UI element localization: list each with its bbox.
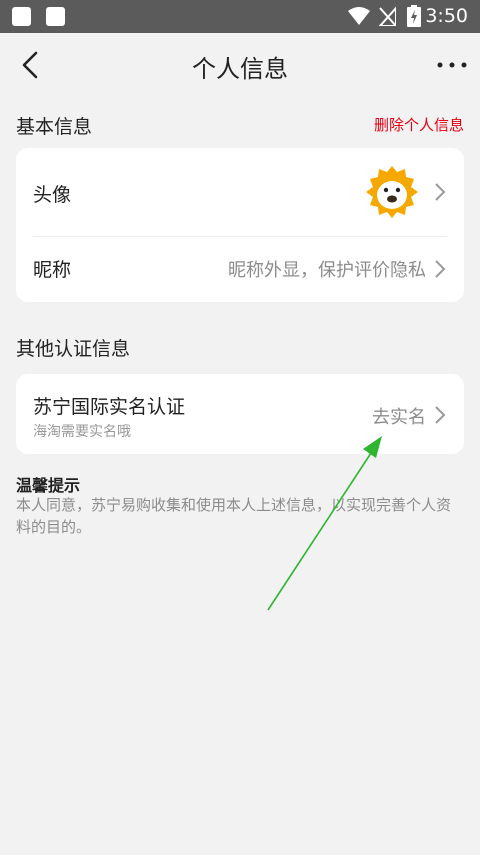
basic-info-heading: 基本信息	[16, 116, 93, 138]
page-title: 个人信息	[192, 55, 288, 83]
more-options-icon[interactable]	[436, 51, 468, 79]
annotation-arrow	[267, 436, 382, 611]
tip-body: 本人同意，苏宁易购收集和使用本人上述信息，以实现完善个人资料的目的。	[16, 496, 452, 536]
avatar-row[interactable]: 头像	[16, 148, 464, 236]
delete-personal-info-link[interactable]: 删除个人信息	[374, 114, 464, 135]
realname-title: 苏宁国际实名认证	[33, 396, 186, 418]
chevron-right-icon	[435, 183, 446, 201]
no-signal-icon	[378, 6, 396, 26]
nickname-value: 昵称外显，保护评价隐私	[228, 260, 426, 281]
other-cert-heading: 其他认证信息	[16, 338, 131, 360]
realname-action: 去实名	[372, 407, 426, 428]
realname-row[interactable]: 苏宁国际实名认证 海淘需要实名哦 去实名	[16, 374, 464, 454]
nickname-label: 昵称	[33, 259, 72, 281]
battery-icon	[407, 5, 421, 27]
realname-subtitle: 海淘需要实名哦	[33, 424, 131, 440]
avatar-label: 头像	[33, 184, 72, 206]
navigation-bar: 个人信息	[0, 33, 480, 97]
status-bar: 3:50	[0, 0, 480, 33]
basic-info-card: 头像 昵称 昵称外显，保护评价隐私	[16, 148, 464, 302]
chevron-right-icon	[435, 260, 446, 278]
nickname-row[interactable]: 昵称 昵称外显，保护评价隐私	[16, 237, 464, 302]
chevron-right-icon	[435, 406, 446, 424]
status-time: 3:50	[425, 5, 468, 27]
tip-title: 温馨提示	[16, 476, 81, 495]
realname-card: 苏宁国际实名认证 海淘需要实名哦 去实名	[16, 374, 464, 454]
wifi-icon	[348, 7, 370, 25]
notification-icon	[46, 7, 65, 26]
avatar	[366, 166, 418, 218]
notification-icon	[12, 7, 31, 26]
